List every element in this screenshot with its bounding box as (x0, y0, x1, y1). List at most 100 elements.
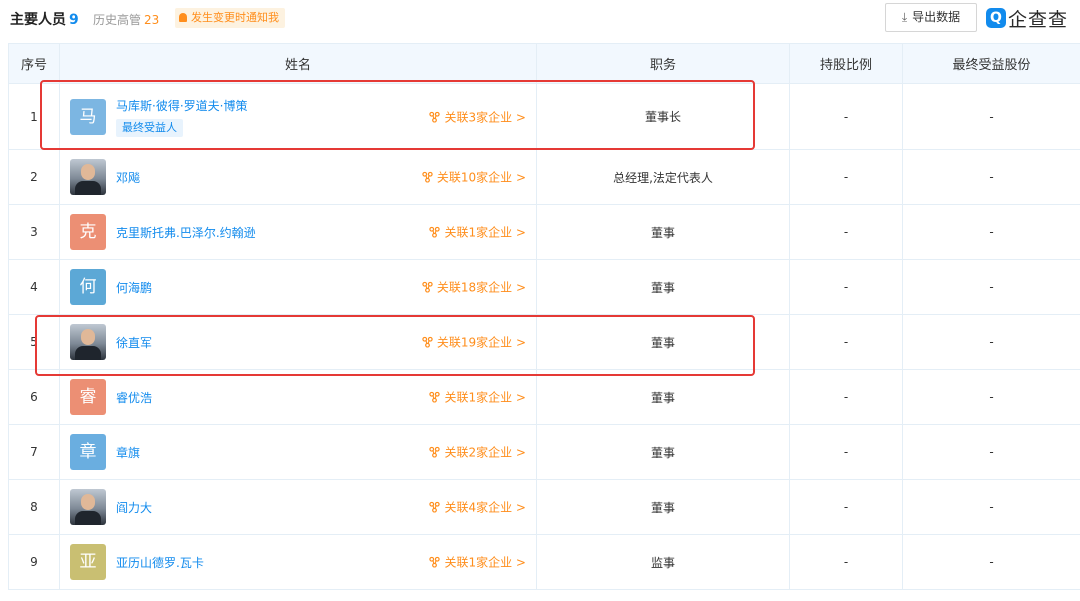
table-row: 9 亚亚历山德罗.瓦卡 关联1家企业 > 监事 - - (8, 534, 1080, 590)
role-cell: 董事 (536, 369, 790, 425)
related-companies-link[interactable]: 关联1家企业 > (429, 389, 526, 406)
share-cell: - (789, 479, 903, 535)
share-cell: - (789, 534, 903, 590)
col-header-benefit: 最终受益股份 (902, 43, 1080, 84)
row-index: 8 (8, 479, 60, 535)
related-companies-link[interactable]: 关联1家企业 > (429, 554, 526, 571)
table-row: 6 睿睿优浩 关联1家企业 > 董事 - - (8, 369, 1080, 425)
export-data-button[interactable]: ⤓ 导出数据 (885, 3, 977, 32)
row-index: 9 (8, 534, 60, 590)
col-header-share: 持股比例 (789, 43, 903, 84)
name-cell: 何何海鹏 关联18家企业 > (59, 259, 537, 315)
avatar[interactable]: 睿 (70, 379, 106, 415)
related-companies-link[interactable]: 关联18家企业 > (422, 279, 526, 296)
person-name-link[interactable]: 睿优浩 (116, 389, 152, 406)
relation-graph-icon (429, 391, 441, 403)
avatar-photo[interactable] (70, 159, 106, 195)
avatar[interactable]: 克 (70, 214, 106, 250)
role-cell: 总经理,法定代表人 (536, 149, 790, 205)
person-name-link[interactable]: 亚历山德罗.瓦卡 (116, 554, 204, 571)
relation-graph-icon (429, 501, 441, 513)
table-row: 7 章章旗 关联2家企业 > 董事 - - (8, 424, 1080, 480)
relation-graph-icon (429, 226, 441, 238)
share-cell: - (789, 259, 903, 315)
share-cell: - (789, 424, 903, 480)
relation-graph-icon (429, 556, 441, 568)
benefit-cell: - (902, 204, 1080, 260)
row-index: 3 (8, 204, 60, 260)
history-count: 23 (144, 13, 160, 27)
logo-text: 企查查 (1008, 8, 1069, 31)
section-title-label: 主要人员 (10, 12, 66, 28)
person-name-link[interactable]: 何海鹏 (116, 279, 152, 296)
notify-on-change-button[interactable]: 发生变更时通知我 (175, 8, 285, 28)
benefit-cell: - (902, 369, 1080, 425)
related-companies-link[interactable]: 关联10家企业 > (422, 169, 526, 186)
related-companies-link[interactable]: 关联2家企业 > (429, 444, 526, 461)
history-label: 历史高管 (93, 13, 142, 27)
section-title: 主要人员 9 (10, 9, 79, 29)
name-cell: 章章旗 关联2家企业 > (59, 424, 537, 480)
related-companies-link[interactable]: 关联4家企业 > (429, 499, 526, 516)
table-row: 2 邓飚 关联10家企业 > 总经理,法定代表人 - - (8, 149, 1080, 205)
benefit-cell: - (902, 259, 1080, 315)
person-text: 章旗 (116, 444, 140, 461)
related-companies-label: 关联1家企业 > (444, 555, 526, 570)
notify-label: 发生变更时通知我 (191, 11, 279, 24)
person-text: 亚历山德罗.瓦卡 (116, 554, 204, 571)
person-text: 阎力大 (116, 499, 152, 516)
share-cell: - (789, 204, 903, 260)
person-text: 睿优浩 (116, 389, 152, 406)
row-index: 6 (8, 369, 60, 425)
history-executives-link[interactable]: 历史高管 23 (93, 11, 159, 28)
bell-icon (179, 13, 187, 22)
relation-graph-icon (422, 171, 433, 183)
logo-icon: Q (986, 8, 1006, 28)
role-cell: 董事 (536, 424, 790, 480)
table-row: 4 何何海鹏 关联18家企业 > 董事 - - (8, 259, 1080, 315)
person-text: 邓飚 (116, 169, 140, 186)
name-cell: 邓飚 关联10家企业 > (59, 149, 537, 205)
person-name-link[interactable]: 阎力大 (116, 499, 152, 516)
col-header-index: 序号 (8, 43, 60, 84)
relation-graph-icon (422, 281, 433, 293)
relation-graph-icon (429, 446, 441, 458)
related-companies-link[interactable]: 关联1家企业 > (429, 224, 526, 241)
benefit-cell: - (902, 424, 1080, 480)
role-cell: 董事 (536, 259, 790, 315)
person-name-link[interactable]: 克里斯托弗.巴泽尔.约翰逊 (116, 224, 256, 241)
person-name-link[interactable]: 章旗 (116, 444, 140, 461)
table-header-row: 序号 姓名 职务 持股比例 最终受益股份 (8, 43, 1080, 84)
avatar-photo[interactable] (70, 489, 106, 525)
benefit-cell: - (902, 83, 1080, 150)
related-companies-label: 关联18家企业 > (436, 280, 526, 295)
avatar[interactable]: 何 (70, 269, 106, 305)
row-index: 4 (8, 259, 60, 315)
person-name-link[interactable]: 邓飚 (116, 169, 140, 186)
qichacha-logo: Q 企查查 (986, 5, 1068, 31)
name-cell: 睿睿优浩 关联1家企业 > (59, 369, 537, 425)
table-row: 8 阎力大 关联4家企业 > 董事 - - (8, 479, 1080, 535)
name-cell: 阎力大 关联4家企业 > (59, 479, 537, 535)
role-cell: 监事 (536, 534, 790, 590)
avatar[interactable]: 亚 (70, 544, 106, 580)
download-icon: ⤓ (901, 10, 908, 24)
benefit-cell: - (902, 314, 1080, 370)
share-cell: - (789, 314, 903, 370)
related-companies-label: 关联10家企业 > (436, 170, 526, 185)
col-header-role: 职务 (536, 43, 790, 84)
name-cell: 亚亚历山德罗.瓦卡 关联1家企业 > (59, 534, 537, 590)
role-cell: 董事 (536, 204, 790, 260)
row-index: 2 (8, 149, 60, 205)
benefit-cell: - (902, 149, 1080, 205)
share-cell: - (789, 83, 903, 150)
share-cell: - (789, 369, 903, 425)
highlight-box-row-1 (40, 80, 755, 150)
benefit-cell: - (902, 479, 1080, 535)
related-companies-label: 关联1家企业 > (444, 225, 526, 240)
share-cell: - (789, 149, 903, 205)
section-header: 主要人员 9 历史高管 23 发生变更时通知我 ⤓ 导出数据 Q 企查查 (0, 0, 1080, 36)
section-title-count: 9 (69, 12, 79, 28)
avatar[interactable]: 章 (70, 434, 106, 470)
name-cell: 克克里斯托弗.巴泽尔.约翰逊 关联1家企业 > (59, 204, 537, 260)
